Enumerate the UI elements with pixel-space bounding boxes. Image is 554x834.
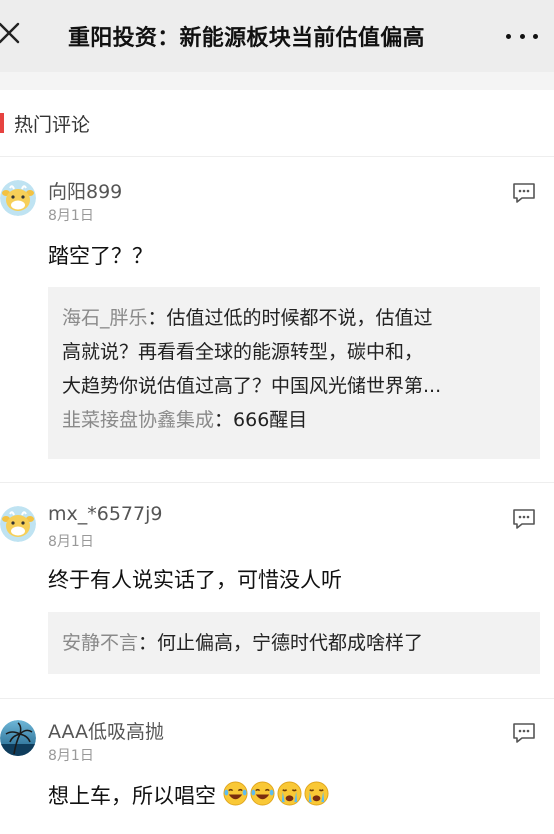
- comment-reply-icon: [513, 183, 535, 203]
- avatar[interactable]: [0, 180, 36, 216]
- reply-line: 安静不言：何止偏高，宁德时代都成啥样了: [62, 626, 526, 660]
- reply-author[interactable]: 安静不言: [62, 632, 138, 654]
- section-divider: [0, 156, 554, 157]
- reply-separator: ：: [214, 409, 234, 431]
- reply-box[interactable]: 海石_胖乐：估值过低的时候都不说，估值过 高就说？再看看全球的能源转型，碳中和，…: [48, 287, 540, 459]
- more-button[interactable]: [506, 24, 538, 48]
- comment-date: 8月1日: [48, 208, 94, 224]
- tears-of-joy-emoji-icon: [223, 781, 248, 806]
- close-button[interactable]: [0, 14, 28, 54]
- comment-date: 8月1日: [48, 534, 94, 550]
- more-icon: [506, 33, 538, 39]
- comment-text: 想上车，所以唱空: [48, 784, 216, 808]
- comment-date: 8月1日: [48, 748, 94, 764]
- reply-separator: ：: [138, 632, 158, 654]
- avatar[interactable]: [0, 720, 36, 756]
- comment-username[interactable]: AAA低吸高抛: [48, 717, 164, 744]
- reply-button[interactable]: [512, 722, 536, 744]
- reply-line: 海石_胖乐：估值过低的时候都不说，估值过: [62, 301, 526, 335]
- crying-emoji-icon: [304, 781, 329, 806]
- reply-line: 韭菜接盘协鑫集成：666醒目: [62, 403, 526, 437]
- section-accent-bar: [0, 113, 4, 133]
- header-gap: [0, 72, 554, 90]
- reply-line: 大趋势你说估值过高了？中国风光储世界第...: [62, 375, 442, 397]
- reply-author[interactable]: 韭菜接盘协鑫集成: [62, 409, 214, 431]
- reply-separator: ：: [147, 307, 167, 329]
- comment-content: 踏空了？？: [48, 244, 153, 268]
- comment-username[interactable]: mx_*6577j9: [48, 503, 162, 525]
- reply-author[interactable]: 海石_胖乐: [62, 307, 148, 329]
- top-bar: 重阳投资：新能源板块当前估值偏高: [0, 0, 554, 72]
- comment-content: 想上车，所以唱空: [48, 780, 331, 810]
- reply-box[interactable]: 安静不言：何止偏高，宁德时代都成啥样了: [48, 612, 540, 674]
- cow-avatar-icon: [0, 506, 36, 542]
- comment-reply-icon: [513, 509, 535, 529]
- reply-text: 估值过低的时候都不说，估值过: [166, 307, 433, 329]
- reply-button[interactable]: [512, 182, 536, 204]
- section-header: 热门评论: [0, 108, 90, 138]
- comment-username[interactable]: 向阳899: [48, 177, 122, 204]
- close-icon: [0, 22, 20, 44]
- tears-of-joy-emoji-icon: [250, 781, 275, 806]
- reply-line: 高就说？再看看全球的能源转型，碳中和，: [62, 341, 424, 363]
- reply-text: 666醒目: [233, 409, 308, 431]
- crying-emoji-icon: [277, 781, 302, 806]
- comment-divider: [0, 482, 554, 483]
- avatar[interactable]: [0, 506, 36, 542]
- cow-avatar-icon: [0, 180, 36, 216]
- reply-button[interactable]: [512, 508, 536, 530]
- comment-divider: [0, 698, 554, 699]
- comment-content: 终于有人说实话了，可惜没人听: [48, 568, 342, 592]
- section-title: 热门评论: [14, 113, 91, 136]
- comment-reply-icon: [513, 723, 535, 743]
- page-title: 重阳投资：新能源板块当前估值偏高: [68, 26, 425, 51]
- palm-tree-avatar-icon: [0, 720, 36, 756]
- emoji-group: [216, 781, 331, 808]
- reply-text: 何止偏高，宁德时代都成啥样了: [157, 632, 424, 654]
